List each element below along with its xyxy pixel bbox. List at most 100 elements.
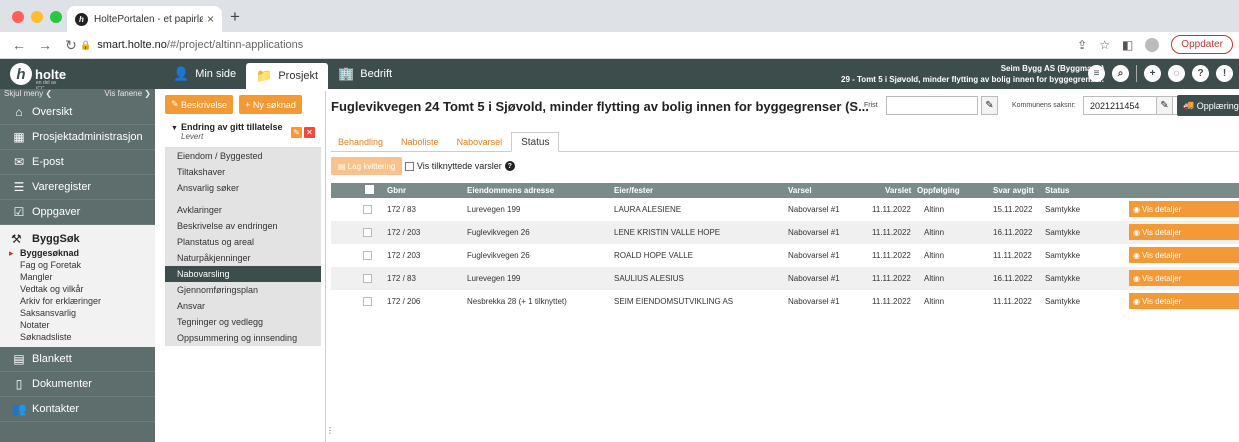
beskrivelse-button[interactable]: ✎ Beskrivelse [165, 95, 234, 114]
eye-icon: ◉ [1133, 227, 1140, 237]
application-header[interactable]: ▼ Endring av gitt tillatelse Levert ✎ ✕ [165, 118, 321, 148]
close-tab-icon[interactable]: × [207, 12, 214, 26]
browser-tab[interactable]: h HoltePortalen - et papirløst bra × [67, 6, 222, 32]
col-oppfolging[interactable]: Oppfølging [917, 183, 960, 198]
nav-min-side[interactable]: 👤 Min side [163, 59, 246, 89]
col-gbnr[interactable]: Gbnr [387, 183, 406, 198]
sidebar-item-dokumenter[interactable]: ▯ Dokumenter [0, 372, 155, 397]
minimize-window-button[interactable] [31, 11, 43, 23]
sidebar-item-byggsok[interactable]: ⚒ ByggSøk [0, 231, 155, 247]
tab-naboliste[interactable]: Naboliste [392, 132, 448, 152]
step-ansvarlig-soker[interactable]: Ansvarlig søker [165, 180, 321, 196]
frist-input[interactable] [886, 96, 978, 115]
close-window-button[interactable] [12, 11, 24, 23]
search-icon[interactable]: ⌕ [1112, 65, 1129, 82]
step-gjennomforingsplan[interactable]: Gjennomføringsplan [165, 282, 321, 298]
chat-icon[interactable]: ◌ [1168, 65, 1185, 82]
col-svar[interactable]: Svar avgitt [993, 183, 1034, 198]
sidebar-item-epost[interactable]: ✉ E-post [0, 150, 155, 175]
tab-status[interactable]: Status [511, 132, 560, 152]
add-icon[interactable]: + [1144, 65, 1161, 82]
table-row[interactable]: 172 / 203 Fuglevikvegen 26 LENE KRISTIN VA… [331, 221, 1239, 244]
training-button[interactable]: 🚚 Opplæring [1177, 95, 1239, 116]
step-avklaringer[interactable]: Avklaringer [165, 202, 321, 218]
sidebar-item-vareregister[interactable]: ☰ Vareregister [0, 175, 155, 200]
view-details-button[interactable]: ◉ Vis detaljer [1129, 201, 1239, 217]
delete-application-icon[interactable]: ✕ [304, 127, 315, 138]
sidebar-sub-fag-og-foretak[interactable]: Fag og Foretak [0, 259, 155, 271]
step-tegninger[interactable]: Tegninger og vedlegg [165, 314, 321, 330]
nav-bedrift[interactable]: 🏢 Bedrift [328, 59, 402, 89]
col-adresse[interactable]: Eiendommens adresse [467, 183, 554, 198]
edit-application-icon[interactable]: ✎ [291, 127, 302, 138]
url-field[interactable]: 🔒 smart.holte.no/#/project/altinn-applica… [80, 39, 303, 51]
col-status[interactable]: Status [1045, 183, 1069, 198]
table-row[interactable]: 172 / 83 Lurevegen 199 LAURA ALESIENE Nabov… [331, 198, 1239, 221]
show-linked-toggle[interactable]: Vis tilknyttede varsler? [405, 161, 515, 171]
sidebar-icon[interactable]: ◧ [1122, 38, 1133, 52]
sidebar-sub-notater[interactable]: Notater [0, 319, 155, 331]
step-nabovarsling[interactable]: Nabovarsling [165, 266, 321, 282]
step-planstatus[interactable]: Planstatus og areal [165, 234, 321, 250]
row-checkbox[interactable] [363, 228, 372, 237]
reload-icon[interactable]: ↻ [64, 37, 78, 54]
profile-avatar[interactable] [1145, 37, 1160, 52]
col-eier[interactable]: Eier/fester [614, 183, 653, 198]
show-tabs-link[interactable]: Vis fanene ❯ [104, 89, 151, 100]
sidebar-item-blankett[interactable]: ▤ Blankett [0, 347, 155, 372]
tab-behandling[interactable]: Behandling [331, 132, 392, 152]
resize-handle[interactable]: ⋮ [326, 426, 334, 435]
row-checkbox[interactable] [363, 297, 372, 306]
tab-nabovarsel[interactable]: Nabovarsel [448, 132, 512, 152]
sidebar-item-kontakter[interactable]: 👥 Kontakter [0, 397, 155, 422]
step-naturpakjenninger[interactable]: Naturpåkjenninger [165, 250, 321, 266]
help-icon[interactable]: ? [504, 161, 515, 171]
new-application-button[interactable]: + Ny søknad [239, 95, 302, 114]
row-checkbox[interactable] [363, 205, 372, 214]
sidebar-sub-soknadsliste[interactable]: Søknadsliste [0, 331, 155, 343]
sidebar-sub-saksansvarlig[interactable]: Saksansvarlig [0, 307, 155, 319]
create-receipt-button[interactable]: ▤ Lag kvittering [331, 157, 403, 175]
table-row[interactable]: 172 / 83 Lurevegen 199 SAULIUS ALESIUS Nabo… [331, 267, 1239, 290]
col-varsel[interactable]: Varsel [788, 183, 812, 198]
col-varslet[interactable]: Varslet [885, 183, 911, 198]
sidebar-item-prosjektadministrasjon[interactable]: ▦ Prosjektadministrasjon [0, 125, 155, 150]
table-row[interactable]: 172 / 206 Nesbrekka 28 (+ 1 tilknyttet) SE… [331, 290, 1239, 313]
sidebar-sub-byggesoknad[interactable]: Byggesøknad [0, 247, 155, 259]
share-icon[interactable]: ⇪ [1077, 38, 1087, 52]
view-details-button[interactable]: ◉ Vis detaljer [1129, 247, 1239, 263]
maximize-window-button[interactable] [50, 11, 62, 23]
forward-icon[interactable]: → [38, 37, 52, 53]
step-oppsummering[interactable]: Oppsummering og innsending [165, 330, 321, 346]
saksnr-edit-icon[interactable]: ✎ [1156, 96, 1173, 115]
row-checkbox[interactable] [363, 274, 372, 283]
view-details-button[interactable]: ◉ Vis detaljer [1129, 293, 1239, 309]
table-row[interactable]: 172 / 203 Fuglevikvegen 26 ROALD HOPE VALL… [331, 244, 1239, 267]
notifications-icon[interactable]: ! [1216, 65, 1233, 82]
sidebar-sub-vedtak[interactable]: Vedtak og vilkår [0, 283, 155, 295]
cell-varsel: Nabovarsel #1 [788, 205, 840, 214]
select-all-checkbox[interactable] [365, 185, 374, 194]
show-linked-checkbox[interactable] [405, 161, 415, 171]
sidebar-sub-mangler[interactable]: Mangler [0, 271, 155, 283]
update-button[interactable]: Oppdater [1171, 35, 1233, 54]
sidebar-item-oversikt[interactable]: ⌂ Oversikt [0, 100, 155, 125]
bookmark-star-icon[interactable]: ☆ [1099, 38, 1110, 52]
row-checkbox[interactable] [363, 251, 372, 260]
frist-edit-icon[interactable]: ✎ [981, 96, 998, 115]
step-tiltakshaver[interactable]: Tiltakshaver [165, 164, 321, 180]
step-beskrivelse-endring[interactable]: Beskrivelse av endringen [165, 218, 321, 234]
list-icon[interactable]: ≡ [1088, 65, 1105, 82]
sidebar-item-oppgaver[interactable]: ☑ Oppgaver [0, 200, 155, 225]
step-ansvar[interactable]: Ansvar [165, 298, 321, 314]
new-tab-button[interactable]: + [230, 7, 240, 27]
back-icon[interactable]: ← [12, 37, 26, 53]
nav-prosjekt[interactable]: 📁 Prosjekt [246, 63, 329, 89]
view-details-button[interactable]: ◉ Vis detaljer [1129, 224, 1239, 240]
hide-menu-link[interactable]: Skjul meny ❮ [4, 89, 52, 100]
help-icon[interactable]: ? [1192, 65, 1209, 82]
view-details-button[interactable]: ◉ Vis detaljer [1129, 270, 1239, 286]
sidebar-sub-arkiv[interactable]: Arkiv for erklæringer [0, 295, 155, 307]
holte-logo[interactable]: h holte en del av ICC [10, 63, 66, 92]
step-eiendom[interactable]: Eiendom / Byggested [165, 148, 321, 164]
